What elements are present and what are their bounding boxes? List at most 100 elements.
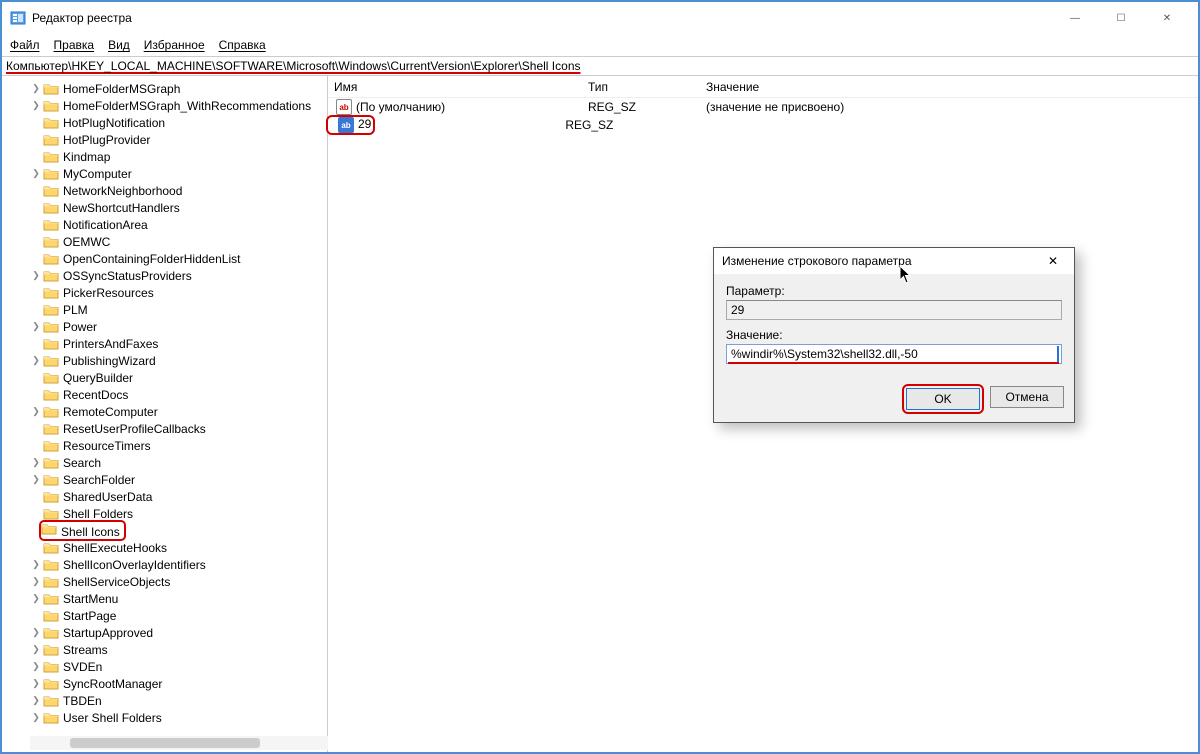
chevron-right-icon[interactable]: ❯ [30,457,42,468]
chevron-right-icon[interactable]: ❯ [30,695,42,706]
tree-item[interactable]: Kindmap [30,148,327,165]
folder-icon [43,235,59,249]
col-value[interactable]: Значение [700,80,1198,94]
minimize-button[interactable]: — [1052,2,1098,34]
tree-item-label: NetworkNeighborhood [63,184,182,198]
menu-help[interactable]: Справка [219,38,266,52]
tree-item[interactable]: ❯StartMenu [30,590,327,607]
tree-item[interactable]: StartPage [30,607,327,624]
folder-icon [43,558,59,572]
address-bar[interactable]: Компьютер\HKEY_LOCAL_MACHINE\SOFTWARE\Mi… [2,56,1198,76]
tree-item[interactable]: ❯ShellIconOverlayIdentifiers [30,556,327,573]
tree-item[interactable]: NewShortcutHandlers [30,199,327,216]
chevron-right-icon[interactable]: ❯ [30,627,42,638]
tree-item[interactable]: Shell Icons [30,522,327,539]
tree-item[interactable]: ShellExecuteHooks [30,539,327,556]
menu-edit[interactable]: Правка [54,38,95,52]
tree-item[interactable]: ❯MyComputer [30,165,327,182]
tree-item[interactable]: Shell Folders [30,505,327,522]
cancel-button[interactable]: Отмена [990,386,1064,408]
chevron-right-icon[interactable]: ❯ [30,321,42,332]
registry-tree[interactable]: ❯HomeFolderMSGraph❯HomeFolderMSGraph_Wit… [2,76,328,752]
dialog-title: Изменение строкового параметра [722,254,1040,268]
tree-item[interactable]: PrintersAndFaxes [30,335,327,352]
tree-item[interactable]: SharedUserData [30,488,327,505]
chevron-right-icon[interactable]: ❯ [30,270,42,281]
folder-icon [43,388,59,402]
chevron-right-icon[interactable]: ❯ [30,100,42,111]
chevron-right-icon[interactable]: ❯ [30,576,42,587]
tree-item-label: HomeFolderMSGraph_WithRecommendations [63,99,311,113]
folder-icon [43,439,59,453]
value-type: REG_SZ [588,100,706,114]
values-pane: Имя Тип Значение ab(По умолчанию)REG_SZ(… [328,76,1198,752]
chevron-right-icon[interactable]: ❯ [30,474,42,485]
tree-item[interactable]: ❯Streams [30,641,327,658]
col-name[interactable]: Имя [328,80,582,94]
chevron-right-icon[interactable]: ❯ [30,712,42,723]
address-path[interactable]: Компьютер\HKEY_LOCAL_MACHINE\SOFTWARE\Mi… [6,59,581,73]
tree-item[interactable]: ❯StartupApproved [30,624,327,641]
dialog-titlebar[interactable]: Изменение строкового параметра ✕ [714,248,1074,274]
tree-item-label: OpenContainingFolderHiddenList [63,252,240,266]
tree-item[interactable]: QueryBuilder [30,369,327,386]
tree-item[interactable]: ❯SyncRootManager [30,675,327,692]
tree-item[interactable]: PickerResources [30,284,327,301]
tree-item[interactable]: ❯Search [30,454,327,471]
menu-favorites[interactable]: Избранное [144,38,205,52]
tree-item[interactable]: ❯Power [30,318,327,335]
tree-item[interactable]: ❯ TBDEn [30,692,327,709]
tree-item[interactable]: ResetUserProfileCallbacks [30,420,327,437]
value-row[interactable]: ab(По умолчанию)REG_SZ(значение не присв… [328,98,1198,116]
tree-item[interactable]: PLM [30,301,327,318]
value-row[interactable]: ab29REG_SZ [328,116,1198,134]
tree-item[interactable]: NetworkNeighborhood [30,182,327,199]
string-value-icon: ab [336,99,352,115]
maximize-button[interactable]: ☐ [1098,2,1144,34]
window-title: Редактор реестра [32,11,1052,25]
tree-item[interactable]: OpenContainingFolderHiddenList [30,250,327,267]
tree-horizontal-scrollbar[interactable] [30,736,328,750]
tree-item[interactable]: HotPlugNotification [30,114,327,131]
tree-item-label: Kindmap [63,150,110,164]
chevron-right-icon[interactable]: ❯ [30,661,42,672]
chevron-right-icon[interactable]: ❯ [30,406,42,417]
tree-item[interactable]: OEMWC [30,233,327,250]
tree-item-label: PublishingWizard [63,354,156,368]
col-type[interactable]: Тип [582,80,700,94]
values-header: Имя Тип Значение [328,76,1198,98]
menu-view[interactable]: Вид [108,38,130,52]
menu-file[interactable]: Файл [10,38,40,52]
tree-item[interactable]: HotPlugProvider [30,131,327,148]
tree-item[interactable]: ❯SVDEn [30,658,327,675]
folder-icon [43,150,59,164]
tree-item[interactable]: ❯RemoteComputer [30,403,327,420]
close-button[interactable]: ✕ [1144,2,1190,34]
tree-item-label: TBDEn [63,694,102,708]
tree-item[interactable]: ❯ SearchFolder [30,471,327,488]
tree-item[interactable]: ❯ HomeFolderMSGraph_WithRecommendations [30,97,327,114]
chevron-right-icon[interactable]: ❯ [30,678,42,689]
tree-item[interactable]: ❯User Shell Folders [30,709,327,726]
chevron-right-icon[interactable]: ❯ [30,168,42,179]
tree-item[interactable]: NotificationArea [30,216,327,233]
chevron-right-icon[interactable]: ❯ [30,593,42,604]
tree-item[interactable]: ResourceTimers [30,437,327,454]
tree-item[interactable]: ❯HomeFolderMSGraph [30,80,327,97]
folder-icon [43,269,59,283]
folder-icon [43,82,59,96]
dialog-close-button[interactable]: ✕ [1040,254,1066,268]
tree-item[interactable]: ❯OSSyncStatusProviders [30,267,327,284]
tree-item-label: ShellExecuteHooks [63,541,167,555]
value-input[interactable] [726,344,1062,364]
chevron-right-icon[interactable]: ❯ [30,559,42,570]
folder-icon [43,252,59,266]
chevron-right-icon[interactable]: ❯ [30,355,42,366]
tree-item[interactable]: ❯ PublishingWizard [30,352,327,369]
tree-item[interactable]: RecentDocs [30,386,327,403]
tree-item-label: SearchFolder [63,473,135,487]
chevron-right-icon[interactable]: ❯ [30,644,42,655]
tree-item[interactable]: ❯ShellServiceObjects [30,573,327,590]
ok-button[interactable]: OK [906,388,980,410]
chevron-right-icon[interactable]: ❯ [30,83,42,94]
